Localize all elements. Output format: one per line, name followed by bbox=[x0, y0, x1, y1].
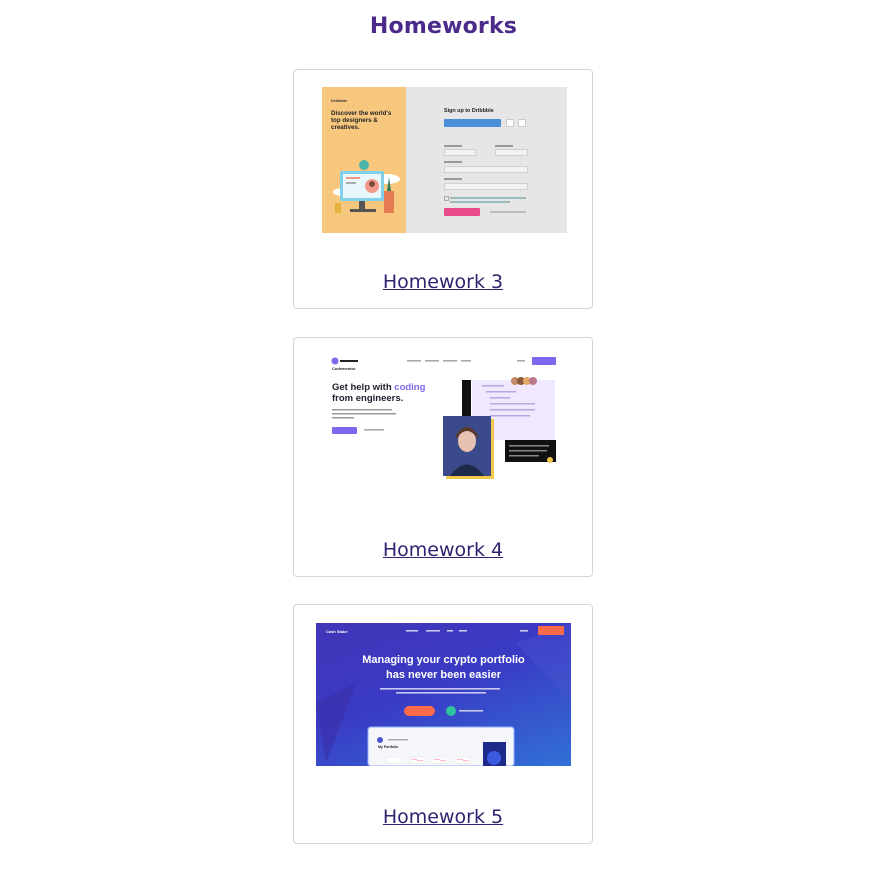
homework-4-thumbnail: Codementor Get help with coding from engi… bbox=[322, 353, 567, 483]
name-label bbox=[444, 145, 462, 147]
homework-card-3: Dribbble Discover the world's top design… bbox=[293, 69, 593, 309]
homework-card-5: Cash Stake Managing your crypto portfoli… bbox=[293, 604, 593, 844]
thumb-dashboard-title: My Portfolio bbox=[378, 745, 399, 749]
homework-card-4: Codementor Get help with coding from engi… bbox=[293, 337, 593, 577]
password-label bbox=[444, 178, 462, 180]
thumb-headline: Discover the world's top designers & cre… bbox=[331, 110, 392, 131]
homework-3-thumbnail: Dribbble Discover the world's top design… bbox=[322, 87, 567, 233]
thumb-form-title: Sign up to Dribbble bbox=[444, 108, 494, 114]
homework-5-thumbnail: Cash Stake Managing your crypto portfoli… bbox=[316, 623, 571, 766]
terms-text-2 bbox=[450, 201, 510, 203]
homework-4-link[interactable]: Homework 4 bbox=[294, 539, 592, 561]
email-label bbox=[444, 161, 462, 163]
twitter-icon bbox=[506, 119, 514, 127]
social-icon bbox=[518, 119, 526, 127]
username-label bbox=[495, 145, 513, 147]
thumb-brand: Dribbble bbox=[331, 98, 348, 103]
password-field bbox=[444, 183, 528, 190]
google-signup-button bbox=[444, 119, 501, 127]
thumb-headline: Managing your crypto portfolio has never … bbox=[362, 654, 525, 681]
terms-text bbox=[450, 197, 526, 199]
thumb-headline: Get help with coding from engineers. bbox=[332, 382, 426, 404]
illustration-icon bbox=[333, 160, 400, 213]
signin-text bbox=[490, 211, 526, 213]
email-field bbox=[444, 166, 528, 173]
terms-checkbox bbox=[444, 196, 449, 201]
create-account-button bbox=[444, 208, 480, 216]
thumb-brand: Codementor bbox=[332, 366, 356, 371]
thumb-brand: Cash Stake bbox=[326, 629, 348, 634]
username-field bbox=[495, 149, 528, 156]
name-field bbox=[444, 149, 476, 156]
homework-3-link[interactable]: Homework 3 bbox=[294, 271, 592, 293]
page-title: Homeworks bbox=[369, 14, 518, 39]
homework-5-link[interactable]: Homework 5 bbox=[294, 806, 592, 828]
